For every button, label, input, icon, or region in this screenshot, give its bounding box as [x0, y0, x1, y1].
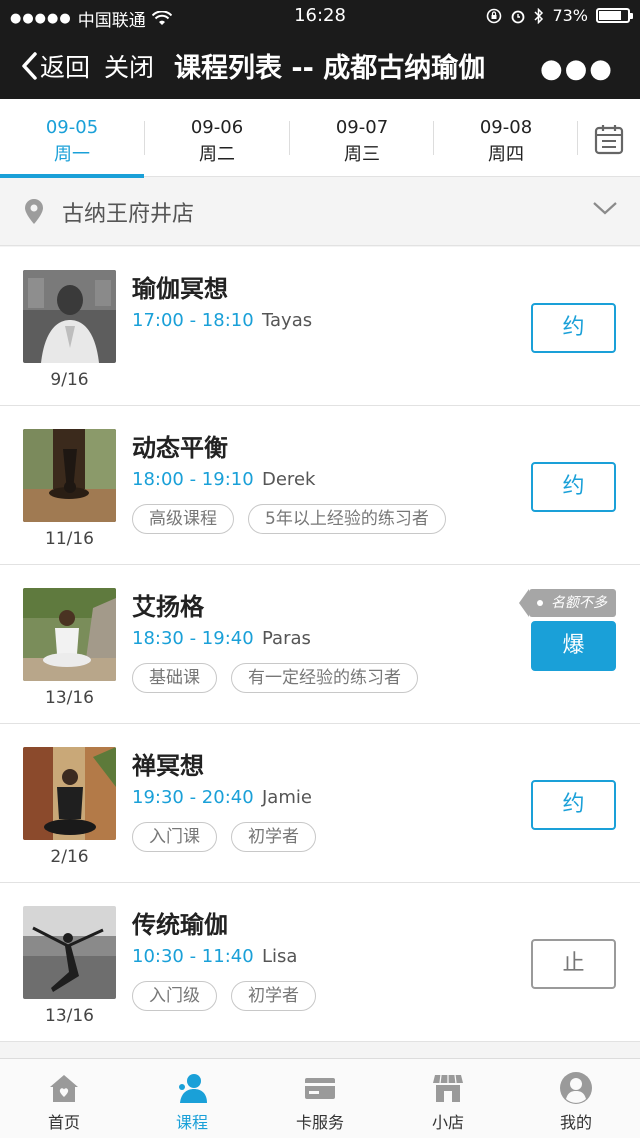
tab-mine[interactable]: 我的	[512, 1059, 640, 1138]
store-icon	[433, 1074, 463, 1102]
date-tab[interactable]: 09-06 周二	[145, 99, 289, 177]
tag-list: 高级课程 5年以上经验的练习者	[132, 504, 446, 534]
book-button[interactable]: 约	[531, 303, 616, 353]
date-tab-date: 09-08	[479, 117, 533, 138]
calendar-icon[interactable]	[594, 123, 624, 155]
chevron-left-icon	[22, 51, 37, 80]
course-list: 9/16 瑜伽冥想 17:00 - 18:10 Tayas 约 11/16 动态…	[0, 247, 640, 1042]
coach-photo	[23, 429, 116, 522]
tag-list: 基础课 有一定经验的练习者	[132, 663, 418, 693]
course-tag: 初学者	[231, 981, 316, 1011]
tab-label: 我的	[559, 1113, 592, 1132]
enrollment-count: 2/16	[50, 847, 89, 867]
tab-card-service[interactable]: 卡服务	[256, 1059, 384, 1138]
course-tag: 入门课	[132, 822, 217, 852]
enrollment-count: 13/16	[45, 688, 94, 708]
rotation-lock-icon	[487, 8, 502, 23]
coach-name: Paras	[262, 628, 311, 649]
enrollment-count: 11/16	[45, 529, 94, 549]
navigation-bar: 返回 关闭 课程列表 -- 成都古纳瑜伽 ●●●	[0, 32, 640, 99]
course-time: 10:30 - 11:40	[132, 946, 254, 967]
book-button[interactable]: 约	[531, 780, 616, 830]
status-bar: ●●●●● 中国联通 16:28 73%	[0, 0, 640, 32]
date-tab[interactable]: 09-05 周一	[0, 99, 144, 178]
book-button[interactable]: 爆	[531, 621, 616, 671]
profile-icon	[560, 1072, 592, 1104]
course-name: 瑜伽冥想	[132, 275, 228, 303]
back-button[interactable]: 返回	[20, 48, 90, 84]
course-card[interactable]: 13/16 传统瑜伽 10:30 - 11:40 Lisa 入门级 初学者 止	[0, 883, 640, 1042]
divider	[577, 121, 578, 155]
tab-label: 首页	[47, 1113, 80, 1132]
bottom-tab-bar: 首页 课程 卡服务 小店 我的	[0, 1058, 640, 1138]
app-screen: ●●●●● 中国联通 16:28 73% 返回 关闭 课程列表 -- 成都古纳瑜…	[0, 0, 640, 1138]
course-tag: 5年以上经验的练习者	[248, 504, 446, 534]
tag-list: 入门课 初学者	[132, 822, 316, 852]
coach-name: Derek	[262, 469, 316, 490]
close-button[interactable]: 关闭	[104, 48, 154, 84]
course-time: 18:30 - 19:40	[132, 628, 254, 649]
course-card[interactable]: 11/16 动态平衡 18:00 - 19:10 Derek 高级课程 5年以上…	[0, 406, 640, 565]
coach-photo	[23, 588, 116, 681]
card-icon	[305, 1078, 335, 1099]
coach-name: Jamie	[262, 787, 312, 808]
page-title: 课程列表 -- 成都古纳瑜伽	[174, 53, 486, 84]
book-button[interactable]: 约	[531, 462, 616, 512]
alarm-icon	[512, 10, 525, 23]
date-tab-date: 09-06	[190, 117, 244, 138]
back-label: 返回	[40, 52, 91, 82]
enrollment-count: 13/16	[45, 1006, 94, 1026]
course-card[interactable]: 9/16 瑜伽冥想 17:00 - 18:10 Tayas 约	[0, 247, 640, 406]
battery-percent: 73%	[552, 6, 588, 25]
date-tab-weekday: 周三	[344, 144, 380, 165]
course-time: 18:00 - 19:10	[132, 469, 254, 490]
tab-label: 小店	[431, 1113, 464, 1132]
availability-badge: 名额不多	[519, 589, 616, 617]
tab-home[interactable]: 首页	[0, 1059, 128, 1138]
date-tab-bar: 09-05 周一 09-06 周二 09-07 周三 09-08 周四	[0, 99, 640, 178]
course-tag: 入门级	[132, 981, 217, 1011]
coach-photo	[23, 747, 116, 840]
course-time: 17:00 - 18:10	[132, 310, 254, 331]
course-time: 19:30 - 20:40	[132, 787, 254, 808]
course-card[interactable]: 13/16 艾扬格 18:30 - 19:40 Paras 基础课 有一定经验的…	[0, 565, 640, 724]
course-card[interactable]: 2/16 禅冥想 19:30 - 20:40 Jamie 入门课 初学者 约	[0, 724, 640, 883]
coach-photo	[23, 906, 116, 999]
chevron-down-icon[interactable]	[592, 200, 618, 216]
tab-label: 课程	[175, 1113, 208, 1132]
home-icon	[50, 1075, 78, 1102]
date-tab-weekday: 周一	[54, 144, 90, 165]
tab-shop[interactable]: 小店	[384, 1059, 512, 1138]
coach-name: Lisa	[262, 946, 298, 967]
course-tag: 有一定经验的练习者	[231, 663, 418, 693]
coach-name: Tayas	[262, 310, 313, 331]
date-tab-date: 09-07	[335, 117, 389, 138]
course-name: 动态平衡	[132, 434, 228, 462]
top-bar: ●●●●● 中国联通 16:28 73% 返回 关闭 课程列表 -- 成都古纳瑜…	[0, 0, 640, 99]
course-name: 传统瑜伽	[132, 911, 228, 939]
more-icon[interactable]: ●●●	[540, 54, 614, 84]
location-pin-icon	[25, 199, 43, 224]
tab-label: 卡服务	[295, 1113, 344, 1132]
date-tab-weekday: 周四	[488, 144, 524, 165]
book-button[interactable]: 止	[531, 939, 616, 989]
battery-icon	[596, 8, 633, 23]
course-tag: 高级课程	[132, 504, 234, 534]
date-tab-date: 09-05	[45, 117, 99, 138]
tag-list: 入门级 初学者	[132, 981, 316, 1011]
enrollment-count: 9/16	[50, 370, 89, 390]
course-name: 艾扬格	[132, 593, 204, 621]
course-name: 禅冥想	[132, 752, 204, 780]
store-selector[interactable]: 古纳王府井店	[0, 178, 640, 246]
date-tab[interactable]: 09-08 周四	[434, 99, 578, 177]
course-tag: 初学者	[231, 822, 316, 852]
course-tag: 基础课	[132, 663, 217, 693]
bluetooth-icon	[534, 7, 544, 24]
tab-courses[interactable]: 课程	[128, 1059, 256, 1138]
person-icon	[179, 1074, 207, 1103]
store-name: 古纳王府井店	[62, 201, 195, 227]
date-tab[interactable]: 09-07 周三	[290, 99, 434, 177]
date-tab-weekday: 周二	[199, 144, 235, 165]
coach-photo	[23, 270, 116, 363]
